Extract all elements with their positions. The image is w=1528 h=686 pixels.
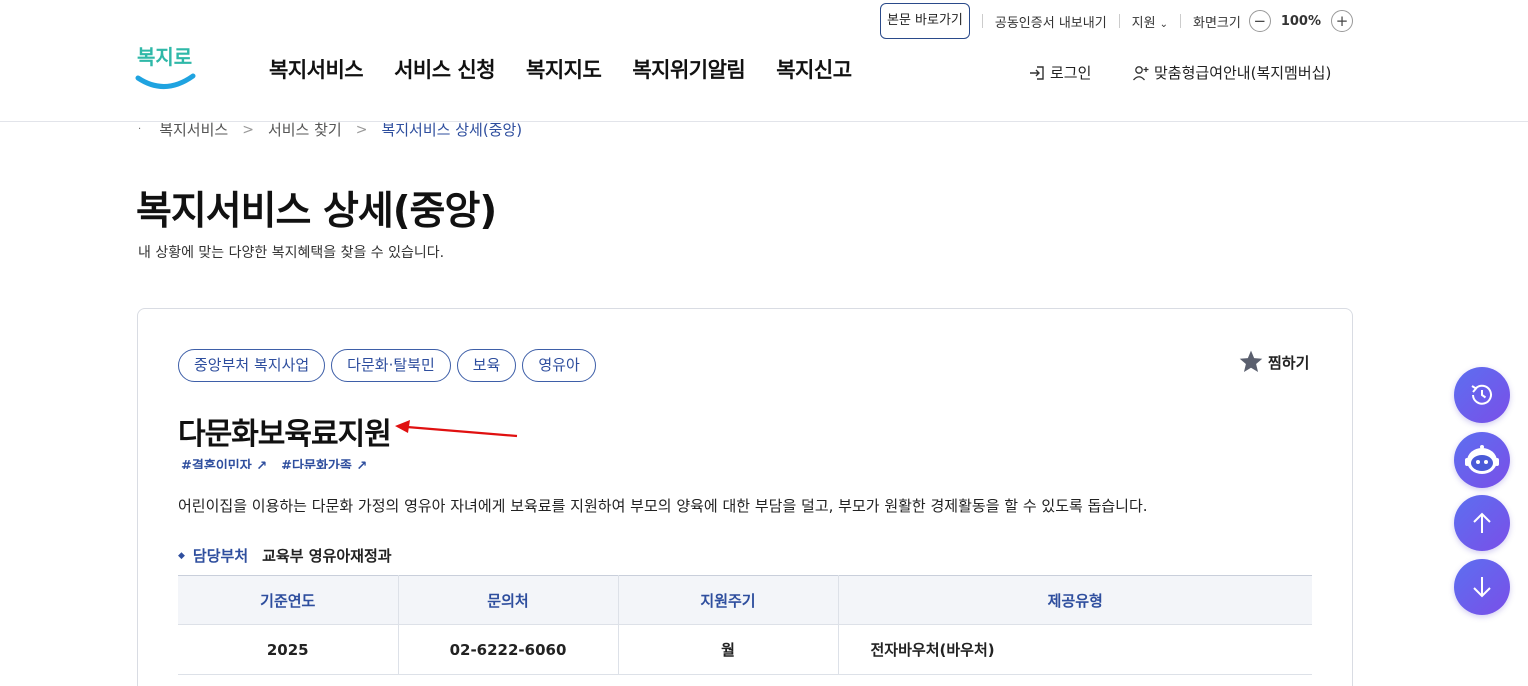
breadcrumb-item-service-search[interactable]: 서비스 찾기 — [268, 119, 342, 140]
table-header: 문의처 — [398, 576, 618, 625]
zoom-level: 100% — [1281, 14, 1321, 29]
breadcrumb: · 복지서비스 > 서비스 찾기 > 복지서비스 상세(중앙) — [138, 119, 522, 140]
service-description: 어린이집을 이용하는 다문화 가정의 영유아 자녀에게 보육료를 지원하여 부모… — [178, 495, 1148, 516]
breadcrumb-item-current: 복지서비스 상세(중앙) — [381, 119, 522, 140]
table-header: 기준연도 — [178, 576, 398, 625]
table-cell-cycle: 월 — [618, 625, 838, 675]
table-cell-year: 2025 — [178, 625, 398, 675]
breadcrumb-item-welfare-services[interactable]: 복지서비스 — [159, 119, 228, 140]
category-tags: 중앙부처 복지사업 다문화·탈북민 보육 영유아 — [178, 349, 596, 382]
divider — [982, 14, 983, 28]
chatbot-button[interactable] — [1454, 432, 1510, 488]
membership-link[interactable]: 맞춤형급여안내(복지멤버십) — [1132, 62, 1331, 83]
scroll-top-button[interactable] — [1454, 495, 1510, 551]
screen-size-label: 화면크기 — [1193, 12, 1241, 31]
hashtag-label: #다문화가족 — [281, 459, 352, 469]
membership-label: 맞춤형급여안내(복지멤버십) — [1154, 62, 1331, 83]
nav-welfare-services[interactable]: 복지서비스 — [269, 54, 363, 84]
divider — [1180, 14, 1181, 28]
user-add-icon — [1132, 64, 1150, 82]
favorite-label: 찜하기 — [1268, 352, 1309, 373]
chatbot-icon — [1462, 440, 1502, 480]
tag-infant[interactable]: 영유아 — [522, 349, 595, 382]
login-label: 로그인 — [1050, 62, 1091, 83]
site-logo[interactable]: 복지로 — [135, 40, 197, 94]
skip-to-content-link[interactable]: 본문 바로가기 — [880, 3, 970, 39]
divider — [1119, 14, 1120, 28]
recent-history-button[interactable] — [1454, 367, 1510, 423]
support-label: 지원 — [1132, 16, 1156, 31]
chevron-down-icon: ⌄ — [1160, 19, 1168, 30]
tag-childcare[interactable]: 보육 — [457, 349, 517, 382]
login-icon — [1028, 64, 1046, 82]
tag-central-ministry[interactable]: 중앙부처 복지사업 — [178, 349, 325, 382]
zoom-out-button[interactable]: − — [1249, 10, 1271, 32]
utility-bar: 본문 바로가기 공동인증서 내보내기 지원 ⌄ 화면크기 − 100% + — [880, 3, 1353, 39]
tag-multicultural[interactable]: 다문화·탈북민 — [331, 349, 451, 382]
external-link-icon: ↗ — [356, 459, 367, 469]
chevron-right-icon: > — [242, 122, 254, 138]
department-label: 담당부처 — [193, 545, 248, 566]
table-cell-contact: 02-6222-6060 — [398, 625, 618, 675]
diamond-bullet-icon: ◆ — [178, 551, 185, 561]
history-icon — [1467, 380, 1497, 410]
external-link-icon: ↗ — [256, 459, 267, 469]
arrow-up-icon — [1468, 509, 1496, 537]
nav-crisis-alert[interactable]: 복지위기알림 — [632, 54, 745, 84]
hashtag-label: #결혼이민자 — [181, 459, 252, 469]
logo-icon: 복지로 — [135, 40, 197, 94]
nav-welfare-report[interactable]: 복지신고 — [776, 54, 851, 84]
hashtag-link[interactable]: #다문화가족 ↗ — [281, 455, 367, 469]
service-detail-card: 중앙부처 복지사업 다문화·탈북민 보육 영유아 찜하기 다문화보육료지원 #결… — [137, 308, 1353, 686]
department-value: 교육부 영유아재정과 — [262, 545, 391, 566]
site-header: 본문 바로가기 공동인증서 내보내기 지원 ⌄ 화면크기 − 100% + 복지로… — [0, 0, 1528, 122]
service-info-table: 기준연도 문의처 지원주기 제공유형 2025 02-6222-6060 월 전… — [178, 575, 1312, 675]
hashtag-link[interactable]: #결혼이민자 ↗ — [181, 455, 267, 469]
table-header: 지원주기 — [618, 576, 838, 625]
nav-welfare-map[interactable]: 복지지도 — [526, 54, 601, 84]
table-header-row: 기준연도 문의처 지원주기 제공유형 — [178, 576, 1312, 625]
arrow-down-icon — [1468, 573, 1496, 601]
favorite-button[interactable]: 찜하기 — [1238, 349, 1309, 375]
table-row: 2025 02-6222-6060 월 전자바우처(바우처) — [178, 625, 1312, 675]
logo-text: 복지로 — [137, 45, 192, 69]
hashtags: #결혼이민자 ↗ #다문화가족 ↗ — [181, 455, 367, 469]
support-menu[interactable]: 지원 ⌄ — [1132, 12, 1168, 31]
page-title: 복지서비스 상세(중앙) — [136, 180, 496, 236]
nav-service-apply[interactable]: 서비스 신청 — [394, 54, 495, 84]
login-link[interactable]: 로그인 — [1028, 62, 1091, 83]
cert-export-link[interactable]: 공동인증서 내보내기 — [995, 12, 1107, 31]
scroll-bottom-button[interactable] — [1454, 559, 1510, 615]
table-header: 제공유형 — [838, 576, 1312, 625]
page-description: 내 상황에 맞는 다양한 복지혜택을 찾을 수 있습니다. — [138, 242, 444, 262]
department-info: ◆ 담당부처 교육부 영유아재정과 — [178, 545, 392, 566]
star-icon — [1238, 349, 1264, 375]
main-navigation: 복지서비스 서비스 신청 복지지도 복지위기알림 복지신고 — [269, 54, 852, 84]
breadcrumb-bullet: · — [138, 124, 141, 135]
zoom-in-button[interactable]: + — [1331, 10, 1353, 32]
annotation-arrow-icon — [393, 415, 518, 439]
table-cell-type: 전자바우처(바우처) — [838, 625, 1312, 675]
chevron-right-icon: > — [356, 122, 368, 138]
service-title: 다문화보육료지원 — [178, 409, 391, 453]
